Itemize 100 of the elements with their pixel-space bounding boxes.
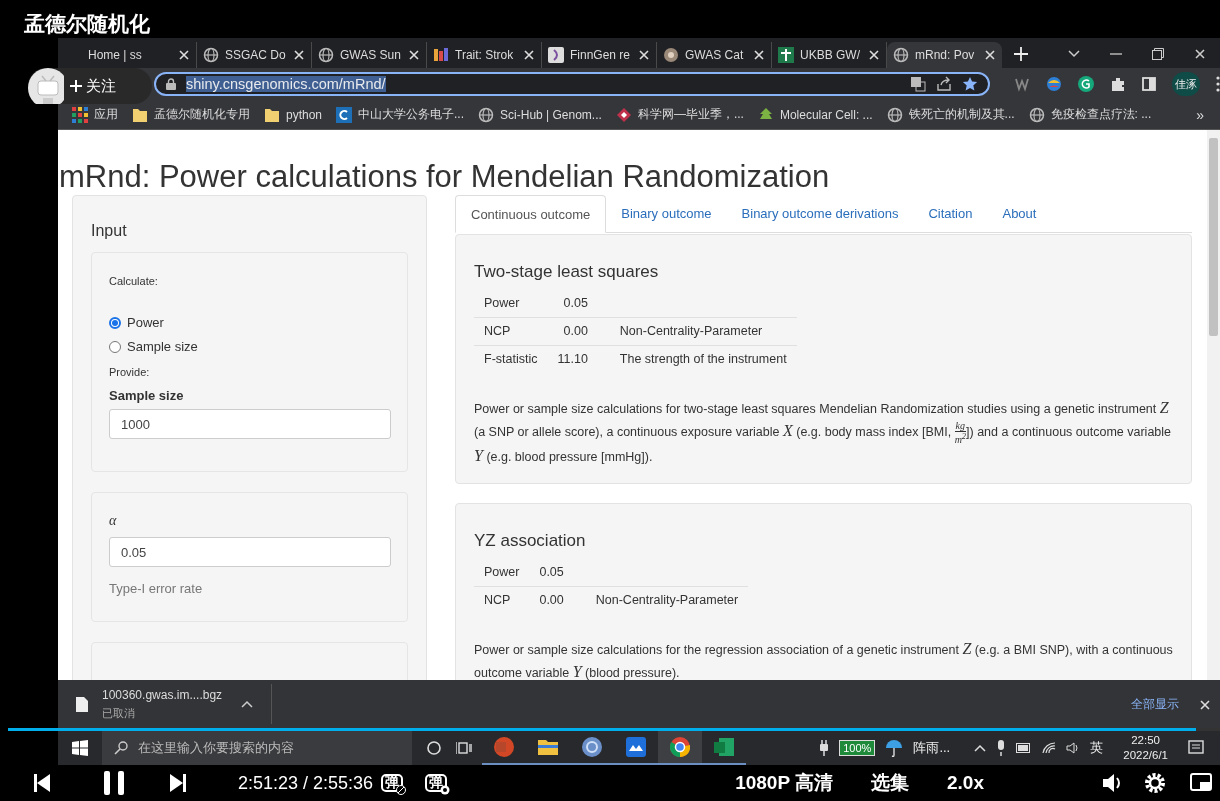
scrollbar[interactable] [1207, 130, 1220, 680]
download-item[interactable]: 100360.gwas.im....bgz 已取消 [76, 684, 272, 724]
notification-icon[interactable] [1188, 740, 1204, 756]
plug-icon [819, 740, 830, 756]
danmaku-toggle[interactable]: 弹 [425, 774, 448, 792]
cortana-icon[interactable] [427, 741, 441, 755]
close-icon[interactable] [753, 49, 765, 61]
new-tab-icon[interactable] [1014, 47, 1028, 61]
help-text: Type-I error rate [109, 581, 204, 596]
field-label: Calculate: [109, 275, 159, 287]
star-icon[interactable] [962, 76, 978, 92]
browser-tab[interactable]: mRnd: Pov [887, 42, 1002, 68]
close-icon[interactable] [178, 49, 190, 61]
input-field[interactable]: 0.05 [109, 537, 391, 567]
radio-option[interactable]: Sample size [109, 339, 198, 354]
windows-icon[interactable] [72, 740, 88, 756]
side-panel-icon[interactable] [1142, 77, 1156, 91]
bookmark[interactable]: 中山大学公务电子... [336, 106, 465, 123]
bookmark[interactable]: 免疫检查点疗法: ... [1028, 106, 1152, 123]
table-cell: The strength of the instrument [609, 345, 797, 373]
settings-icon[interactable] [1144, 772, 1166, 794]
close-icon[interactable] [1194, 48, 1206, 60]
more-icon[interactable] [1216, 76, 1220, 92]
table-cell: 0.00 [529, 586, 586, 614]
globe-icon [1028, 106, 1045, 123]
table-cell: 11.10 [547, 345, 610, 373]
tab[interactable]: About [987, 195, 1052, 233]
wifi-icon[interactable] [1042, 742, 1057, 754]
profile-avatar[interactable]: 佳涿 [1172, 72, 1200, 96]
tab[interactable]: Citation [913, 195, 988, 233]
search-field[interactable]: 在这里输入你要搜索的内容 [102, 731, 412, 765]
bookmark[interactable]: 应用 [72, 106, 118, 123]
tab[interactable]: Binary outcome derivations [726, 195, 914, 233]
bookmark[interactable]: 科学网—毕业季，... [615, 106, 744, 123]
close-icon[interactable] [1199, 698, 1210, 710]
bookmark[interactable]: Molecular Cell: ... [757, 106, 873, 123]
table-cell: Non-Centrality-Parameter [609, 317, 797, 346]
section-title: Two-stage least squares [474, 262, 660, 282]
tab-title: SSGAC Do [225, 48, 287, 62]
tab-title: Trait: Strok [455, 48, 515, 62]
danmaku-toggle[interactable]: 弹 [381, 774, 404, 792]
table-cell: F-statistic [474, 345, 548, 373]
close-icon[interactable] [868, 49, 880, 61]
globe-icon [893, 47, 909, 63]
battery-icon[interactable] [1016, 743, 1033, 753]
microphone-icon[interactable] [996, 740, 1007, 756]
grammar-icon[interactable] [1078, 76, 1094, 92]
chevron-up-icon[interactable] [974, 744, 987, 752]
favicon-icon [663, 47, 679, 63]
more-bookmarks[interactable]: » [1196, 106, 1204, 123]
folder-icon [264, 106, 280, 123]
tab[interactable]: Continuous outcome [455, 195, 607, 233]
address-bar[interactable]: shiny.cnsgenomics.com/mRnd/ [154, 72, 990, 96]
input-field[interactable]: 1000 [109, 409, 391, 439]
chevron-up-icon[interactable] [241, 700, 253, 708]
playback-time: 2:51:23 / 2:55:36 [238, 772, 374, 794]
episodes-button[interactable]: 选集 [871, 770, 909, 796]
radio-option[interactable]: Power [109, 315, 164, 330]
extension-icon[interactable] [1046, 76, 1062, 92]
input-method[interactable]: 英 [1090, 739, 1104, 757]
bookmark[interactable]: 铁死亡的机制及其... [886, 106, 1015, 123]
extension-icon[interactable] [1014, 76, 1030, 92]
taskbar-app[interactable] [658, 731, 702, 765]
next-icon[interactable] [170, 774, 186, 792]
close-icon[interactable] [293, 49, 305, 61]
chevron-down-icon[interactable] [1068, 50, 1080, 58]
close-icon[interactable] [984, 49, 996, 61]
tab[interactable]: Binary outcome [606, 195, 727, 233]
panel-heading: Input [91, 222, 128, 240]
plus-icon [70, 80, 82, 92]
table-cell: 0.05 [547, 290, 610, 318]
close-icon[interactable] [523, 49, 535, 61]
puzzle-icon[interactable] [1110, 76, 1126, 92]
translate-icon[interactable] [910, 76, 926, 92]
fullscreen-icon[interactable] [1190, 773, 1212, 793]
show-all-link[interactable]: 全部显示 [1131, 695, 1179, 713]
bookmark[interactable]: python [264, 106, 323, 123]
globe-icon [203, 47, 219, 63]
share-icon[interactable] [936, 76, 952, 92]
table-cell: 0.05 [529, 558, 586, 587]
bookmark[interactable]: 孟德尔随机化专用 [132, 106, 250, 123]
favicon-icon [336, 106, 353, 123]
folder-icon [538, 737, 558, 757]
close-icon[interactable] [638, 49, 650, 61]
clock-date: 2022/6/1 [1123, 748, 1168, 763]
cloud-app-icon [626, 737, 646, 757]
restore-icon[interactable] [1152, 48, 1164, 60]
close-icon[interactable] [408, 49, 420, 61]
speaker-icon[interactable] [1066, 741, 1081, 755]
table-cell: Non-Centrality-Parameter [585, 586, 749, 614]
avatar-icon [28, 68, 64, 104]
task-view-icon[interactable] [456, 741, 472, 755]
bookmark[interactable]: Sci-Hub | Genom... [478, 106, 602, 123]
download-status: 已取消 [102, 705, 136, 721]
clock-time: 22:50 [1131, 733, 1160, 748]
pause-icon[interactable] [104, 771, 124, 795]
speed-button[interactable]: 2.0x [947, 772, 984, 794]
quality-button[interactable]: 1080P 高清 [735, 770, 833, 796]
table-cell: NCP [474, 317, 548, 346]
previous-icon[interactable] [34, 774, 50, 792]
